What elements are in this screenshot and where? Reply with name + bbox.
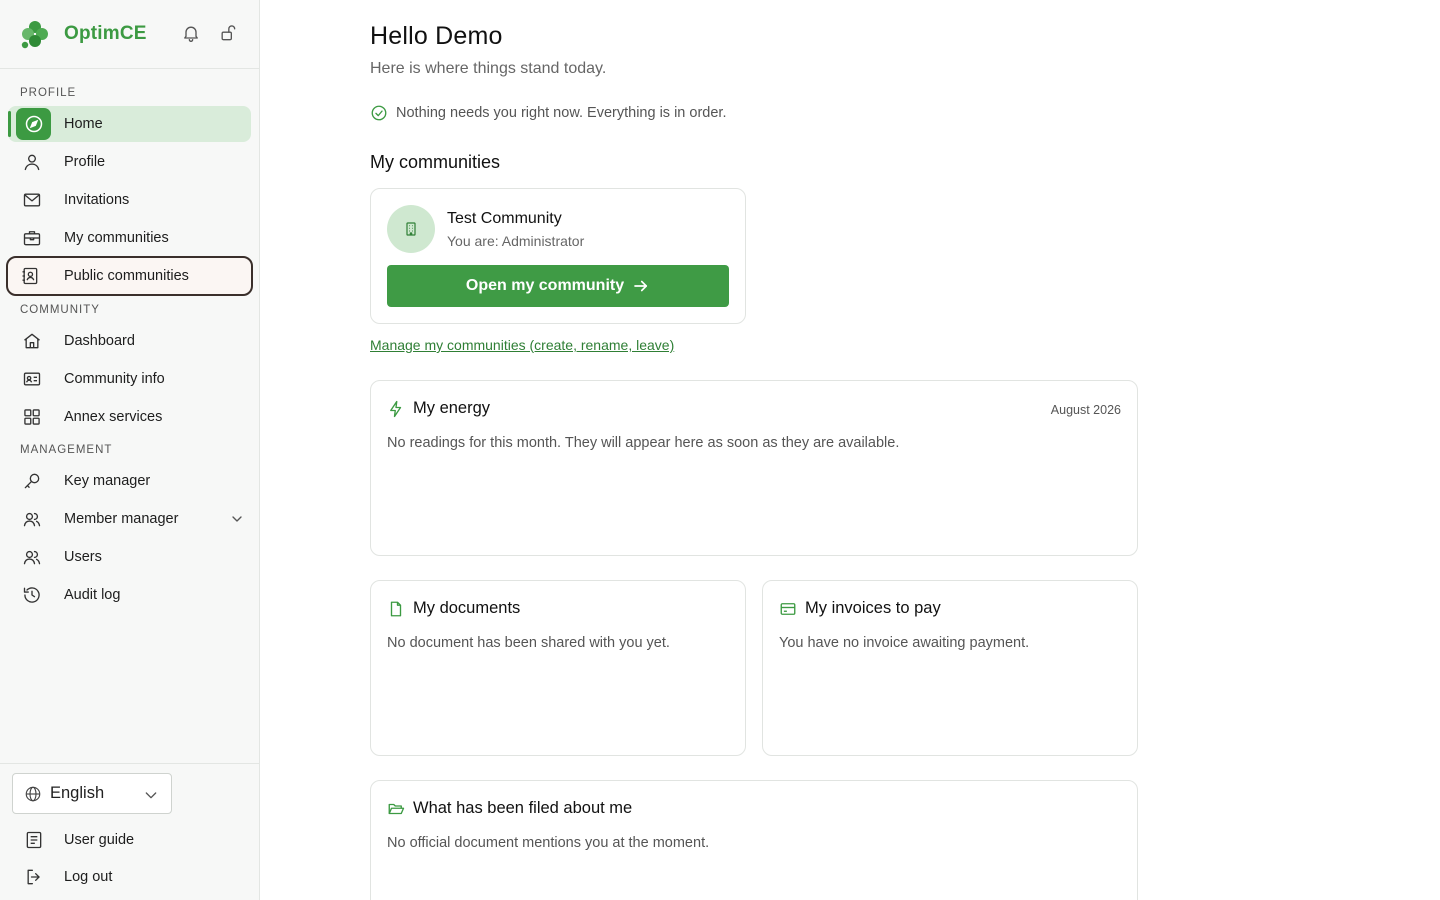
documents-card-title: My documents [387,599,520,618]
document-icon [387,600,405,618]
user-guide-link[interactable]: User guide [8,824,251,856]
arrow-right-icon [634,280,648,292]
sidebar-item-label: Dashboard [64,333,135,349]
sidebar-item-users[interactable]: Users [8,539,251,575]
history-icon [22,585,42,605]
energy-body: No readings for this month. They will ap… [387,435,900,451]
chevron-down-icon[interactable] [229,511,245,527]
sidebar-item-label: Community info [64,371,165,387]
brand-header: OptimCE [0,0,259,69]
sidebar-item-member-manager[interactable]: Member manager [8,501,251,537]
filed-body: No official document mentions you at the… [387,835,710,851]
sidebar-item-invitations[interactable]: Invitations [8,182,251,218]
section-label-community: COMMUNITY [20,304,100,316]
user-icon [22,152,42,172]
notifications-button[interactable] [180,22,202,44]
sidebar-item-label: Annex services [64,409,163,425]
grid-icon [22,407,42,427]
community-name: Test Community [447,210,562,227]
mail-icon [22,190,42,210]
sidebar-item-label: Audit log [64,587,121,603]
community-role: You are: Administrator [447,233,585,249]
house-icon [22,331,42,351]
lock-button[interactable] [217,22,239,44]
energy-title-text: My energy [413,399,491,417]
sidebar-item-key-manager[interactable]: Key manager [8,463,251,499]
page-title: Hello Demo [370,22,503,50]
briefcase-icon [22,228,42,248]
section-label-profile: PROFILE [20,87,77,99]
user-guide-label: User guide [64,832,135,848]
users-icon [22,547,42,567]
check-circle-icon [371,105,387,121]
bell-icon [184,26,198,42]
sidebar-item-label: Invitations [64,192,130,208]
documents-card: My documents No document has been shared… [370,580,746,756]
open-community-button[interactable]: Open my community [387,265,729,307]
sidebar-item-audit-log[interactable]: Audit log [8,577,251,613]
invoices-title-text: My invoices to pay [805,599,941,617]
compass-icon [16,108,51,140]
logout-label: Log out [64,869,113,885]
community-avatar [387,205,435,253]
manage-communities-link[interactable]: Manage my communities (create, rename, l… [370,337,674,353]
status-message: Nothing needs you right now. Everything … [370,104,726,122]
id-card-icon [22,369,42,389]
brand-name: OptimCE [64,23,147,44]
sidebar-item-label: Key manager [64,473,151,489]
language-select[interactable]: English [12,773,172,814]
credit-card-icon [779,600,797,618]
main-content: Hello Demo Here is where things stand to… [260,0,1440,900]
sidebar-item-label: Profile [64,154,106,170]
sidebar: OptimCE PROFILE Home Profile Invitations [0,0,260,900]
communities-heading: My communities [370,152,501,172]
sidebar-item-my-communities[interactable]: My communities [8,220,251,256]
invoices-card-title: My invoices to pay [779,599,941,618]
sidebar-item-label: Home [64,116,103,132]
sidebar-item-label: Users [64,549,102,565]
community-card: Test Community You are: Administrator Op… [370,188,746,324]
invoices-card: My invoices to pay You have no invoice a… [762,580,1138,756]
sidebar-item-public-communities[interactable]: Public communities [6,256,253,296]
sidebar-item-dashboard[interactable]: Dashboard [8,323,251,359]
page-subtitle: Here is where things stand today. [370,60,607,77]
section-label-management: MANAGEMENT [20,444,113,456]
filed-card-title: What has been filed about me [387,799,632,818]
logout-button[interactable]: Log out [8,861,251,893]
sidebar-item-label: Public communities [64,268,189,284]
building-icon [406,222,416,236]
documents-title-text: My documents [413,599,521,617]
sidebar-item-community-info[interactable]: Community info [8,361,251,397]
filed-title-text: What has been filed about me [413,799,633,817]
filed-card: What has been filed about me No official… [370,780,1138,900]
folder-open-icon [387,800,405,818]
logout-icon [24,867,44,887]
key-icon [22,471,42,491]
clover-logo-icon [21,21,48,49]
book-icon [24,830,44,850]
documents-body: No document has been shared with you yet… [387,635,670,651]
contact-book-icon [20,266,40,286]
invoices-body: You have no invoice awaiting payment. [779,635,1030,651]
chevron-down-icon [145,792,157,799]
energy-date: August 2026 [1050,403,1121,417]
sidebar-item-profile[interactable]: Profile [8,144,251,180]
status-text: Nothing needs you right now. Everything … [396,105,727,121]
sidebar-item-label: Member manager [64,511,179,527]
energy-card: My energy August 2026 No readings for th… [370,380,1138,556]
sidebar-item-label: My communities [64,230,169,246]
sidebar-item-annex-services[interactable]: Annex services [8,399,251,435]
language-select-value: English [50,784,105,802]
globe-icon [25,786,41,802]
lightning-icon [387,400,405,418]
open-community-label: Open my community [465,277,625,294]
sidebar-item-home[interactable]: Home [8,106,251,142]
energy-card-title: My energy [387,399,490,418]
members-icon [22,509,42,529]
unlock-icon [221,25,236,41]
sidebar-footer: English User guide Log out [0,763,259,900]
